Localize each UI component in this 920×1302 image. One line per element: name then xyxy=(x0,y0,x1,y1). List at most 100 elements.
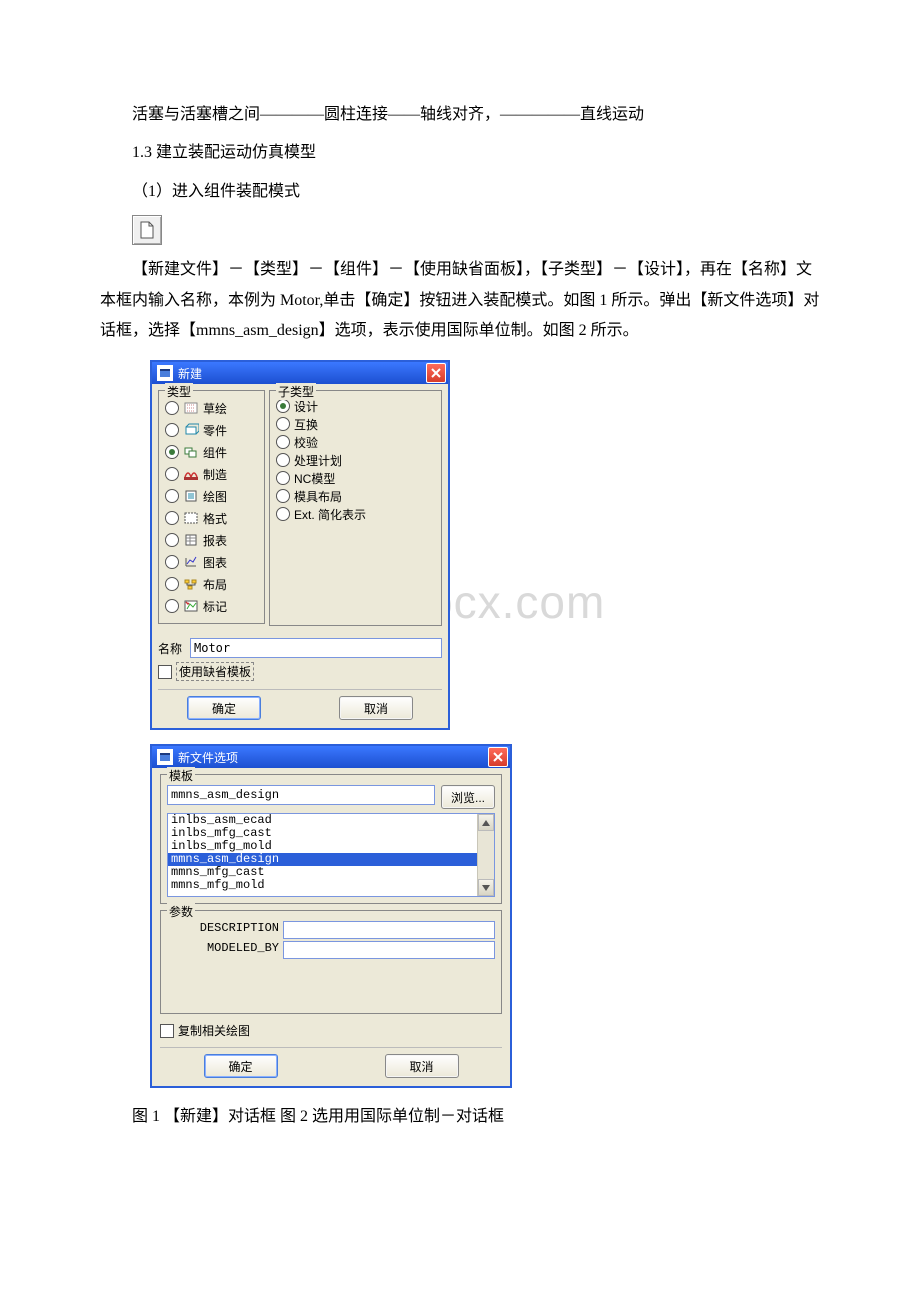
radio-icon[interactable] xyxy=(165,445,179,459)
cancel-button[interactable]: 取消 xyxy=(339,696,413,720)
radio-icon[interactable] xyxy=(165,555,179,569)
new-file-icon xyxy=(132,215,162,245)
type-label: 报表 xyxy=(203,532,227,549)
param-description-label: DESCRIPTION xyxy=(167,921,283,939)
close-icon[interactable] xyxy=(426,363,446,383)
radio-icon[interactable] xyxy=(165,467,179,481)
group-template-label: 模板 xyxy=(167,767,195,784)
type-label: 零件 xyxy=(203,422,227,439)
type-option[interactable]: 图表 xyxy=(165,551,258,573)
dialog-new: 新建 类型 草绘零件组件制造绘图格式报表图表布局标记 子类型 xyxy=(150,360,450,730)
system-icon-2 xyxy=(157,749,173,765)
titlebar[interactable]: 新建 xyxy=(152,362,448,384)
radio-icon[interactable] xyxy=(276,471,290,485)
type-option[interactable]: 组件 xyxy=(165,441,258,463)
radio-icon[interactable] xyxy=(276,399,290,413)
system-icon xyxy=(157,365,173,381)
param-modeledby-label: MODELED_BY xyxy=(167,941,283,959)
paragraph-2: 1.3 建立装配运动仿真模型 xyxy=(100,138,820,168)
type-icon xyxy=(183,577,199,591)
radio-icon[interactable] xyxy=(276,507,290,521)
type-option[interactable]: 格式 xyxy=(165,507,258,529)
use-default-template-checkbox[interactable] xyxy=(158,665,172,679)
close-icon-2[interactable] xyxy=(488,747,508,767)
dialog-title-2: 新文件选项 xyxy=(178,749,488,766)
type-icon xyxy=(183,423,199,437)
copy-drawings-checkbox[interactable] xyxy=(160,1024,174,1038)
radio-icon[interactable] xyxy=(276,435,290,449)
radio-icon[interactable] xyxy=(165,599,179,613)
name-input[interactable]: Motor xyxy=(190,638,442,658)
param-modeledby-input[interactable] xyxy=(283,941,495,959)
subtype-option[interactable]: 互换 xyxy=(276,415,435,433)
subtype-option[interactable]: 校验 xyxy=(276,433,435,451)
param-description-input[interactable] xyxy=(283,921,495,939)
radio-icon[interactable] xyxy=(276,417,290,431)
subtype-label: NC模型 xyxy=(294,470,335,487)
type-label: 草绘 xyxy=(203,400,227,417)
browse-button[interactable]: 浏览... xyxy=(441,785,495,809)
template-list[interactable]: inlbs_asm_ecadinlbs_mfg_castinlbs_mfg_mo… xyxy=(167,813,495,897)
subtype-option[interactable]: NC模型 xyxy=(276,469,435,487)
type-icon xyxy=(183,445,199,459)
radio-icon[interactable] xyxy=(165,511,179,525)
radio-icon[interactable] xyxy=(165,533,179,547)
type-label: 格式 xyxy=(203,510,227,527)
subtype-option[interactable]: Ext. 简化表示 xyxy=(276,505,435,523)
dialog-new-file-options: 新文件选项 模板 mmns_asm_design 浏览... inlbs_asm… xyxy=(150,744,512,1088)
name-label: 名称 xyxy=(158,640,190,657)
type-label: 组件 xyxy=(203,444,227,461)
subtype-label: 模具布局 xyxy=(294,488,342,505)
subtype-label: 处理计划 xyxy=(294,452,342,469)
subtype-label: 校验 xyxy=(294,434,318,451)
group-params-label: 参数 xyxy=(167,903,195,920)
type-icon xyxy=(183,467,199,481)
type-option[interactable]: 草绘 xyxy=(165,397,258,419)
paragraph-4: 【新建文件】－【类型】－【组件】－【使用缺省面板】，【子类型】－【设计】，再在【… xyxy=(100,255,820,346)
group-subtype-label: 子类型 xyxy=(276,383,316,400)
type-option[interactable]: 报表 xyxy=(165,529,258,551)
copy-drawings-label: 复制相关绘图 xyxy=(178,1022,250,1039)
radio-icon[interactable] xyxy=(165,577,179,591)
type-label: 标记 xyxy=(203,598,227,615)
use-default-template-label: 使用缺省模板 xyxy=(176,662,254,681)
group-subtype: 子类型 设计互换校验处理计划NC模型模具布局Ext. 简化表示 xyxy=(269,390,442,626)
subtype-label: Ext. 简化表示 xyxy=(294,506,366,523)
subtype-option[interactable]: 模具布局 xyxy=(276,487,435,505)
type-option[interactable]: 标记 xyxy=(165,595,258,617)
group-type-label: 类型 xyxy=(165,383,193,400)
type-option[interactable]: 布局 xyxy=(165,573,258,595)
type-label: 图表 xyxy=(203,554,227,571)
type-option[interactable]: 绘图 xyxy=(165,485,258,507)
radio-icon[interactable] xyxy=(165,401,179,415)
titlebar-2[interactable]: 新文件选项 xyxy=(152,746,510,768)
radio-icon[interactable] xyxy=(165,489,179,503)
type-icon xyxy=(183,401,199,415)
paragraph-3: （1）进入组件装配模式 xyxy=(100,177,820,207)
radio-icon[interactable] xyxy=(165,423,179,437)
template-input[interactable]: mmns_asm_design xyxy=(167,785,435,805)
type-option[interactable]: 零件 xyxy=(165,419,258,441)
dialog-title: 新建 xyxy=(178,365,426,382)
type-icon xyxy=(183,599,199,613)
paragraph-1: 活塞与活塞槽之间————圆柱连接——轴线对齐，—————直线运动 xyxy=(100,100,820,130)
subtype-option[interactable]: 处理计划 xyxy=(276,451,435,469)
type-icon xyxy=(183,555,199,569)
scroll-down-icon[interactable] xyxy=(478,879,494,896)
ok-button-2[interactable]: 确定 xyxy=(204,1054,278,1078)
ok-button[interactable]: 确定 xyxy=(187,696,261,720)
type-label: 绘图 xyxy=(203,488,227,505)
type-option[interactable]: 制造 xyxy=(165,463,258,485)
group-template: 模板 mmns_asm_design 浏览... inlbs_asm_ecadi… xyxy=(160,774,502,904)
radio-icon[interactable] xyxy=(276,453,290,467)
radio-icon[interactable] xyxy=(276,489,290,503)
group-params: 参数 DESCRIPTION MODELED_BY xyxy=(160,910,502,1014)
list-item[interactable]: mmns_mfg_mold xyxy=(168,879,494,892)
scrollbar[interactable] xyxy=(477,814,494,896)
subtype-label: 设计 xyxy=(294,398,318,415)
type-label: 制造 xyxy=(203,466,227,483)
cancel-button-2[interactable]: 取消 xyxy=(385,1054,459,1078)
scroll-up-icon[interactable] xyxy=(478,814,494,831)
subtype-label: 互换 xyxy=(294,416,318,433)
figure-caption: 图 1 【新建】对话框 图 2 选用用国际单位制－对话框 xyxy=(100,1102,820,1132)
